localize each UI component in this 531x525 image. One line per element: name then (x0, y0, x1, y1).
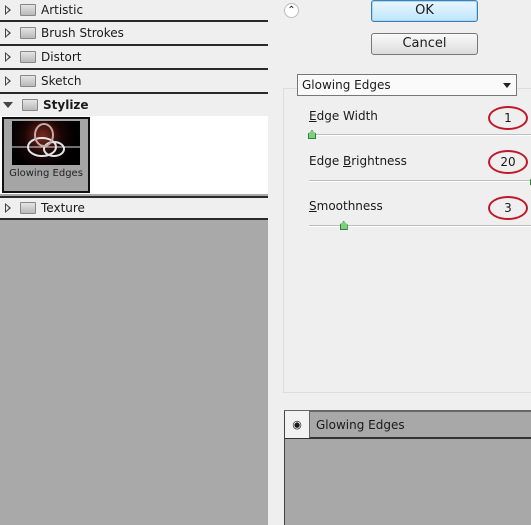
edge-brightness-slider[interactable] (309, 176, 531, 185)
glowing-edges-preview-image (12, 121, 80, 165)
category-label: Sketch (41, 74, 82, 88)
category-label: Stylize (43, 98, 89, 112)
folder-icon (20, 4, 36, 16)
edge-width-slider[interactable] (308, 130, 531, 139)
double-chevron-up-icon[interactable]: ⌃ (284, 3, 299, 18)
category-artistic[interactable]: Artistic (0, 0, 268, 22)
category-brush-strokes[interactable]: Brush Strokes (0, 22, 268, 46)
effect-layers-panel: ◉ Glowing Edges (284, 410, 531, 525)
filter-thumbnail-label: Glowing Edges (9, 168, 83, 179)
eye-visibility-icon[interactable]: ◉ (285, 411, 310, 438)
category-label: Distort (41, 50, 82, 64)
cancel-button[interactable]: Cancel (371, 33, 478, 55)
category-sketch[interactable]: Sketch (0, 70, 268, 94)
expand-triangle-icon[interactable] (5, 203, 11, 213)
category-distort[interactable]: Distort (0, 46, 268, 70)
collapse-triangle-icon[interactable] (3, 102, 13, 108)
folder-icon (20, 27, 36, 39)
expand-triangle-icon[interactable] (5, 5, 11, 15)
ok-button[interactable]: OK (371, 0, 478, 22)
folder-open-icon (22, 99, 38, 111)
edge-brightness-value[interactable]: 20 (488, 150, 528, 174)
edge-brightness-label: Edge Brightness (309, 154, 407, 168)
smoothness-value[interactable]: 3 (488, 196, 528, 220)
edge-width-label: Edge Width (309, 109, 378, 123)
effect-layer-label: Glowing Edges (316, 417, 405, 432)
filter-select-value: Glowing Edges (302, 78, 391, 92)
dropdown-arrow-icon (503, 83, 511, 88)
effect-layer-row[interactable]: ◉ Glowing Edges (285, 411, 531, 439)
smoothness-slider[interactable] (309, 221, 531, 230)
folder-icon (20, 51, 36, 63)
stylize-filter-thumbnails: Glowing Edges (0, 116, 268, 194)
expand-triangle-icon[interactable] (5, 52, 11, 62)
filter-select-dropdown[interactable]: Glowing Edges (297, 74, 517, 96)
category-label: Artistic (41, 3, 84, 17)
category-label: Brush Strokes (41, 26, 124, 40)
filter-settings-panel: ⌃ OK Cancel Glowing Edges Edge Width 1 E… (282, 0, 531, 525)
filter-thumbnail-glowing-edges[interactable]: Glowing Edges (2, 117, 90, 193)
expand-triangle-icon[interactable] (5, 76, 11, 86)
folder-icon (20, 75, 36, 87)
smoothness-label: Smoothness (309, 199, 383, 213)
category-stylize[interactable]: Stylize (0, 94, 268, 116)
expand-triangle-icon[interactable] (5, 28, 11, 38)
folder-icon (20, 202, 36, 214)
category-texture[interactable]: Texture (0, 196, 268, 220)
filter-gallery-categories: Artistic Brush Strokes Distort Sketch St… (0, 0, 268, 525)
edge-width-value[interactable]: 1 (488, 106, 528, 130)
category-label: Texture (41, 201, 85, 215)
